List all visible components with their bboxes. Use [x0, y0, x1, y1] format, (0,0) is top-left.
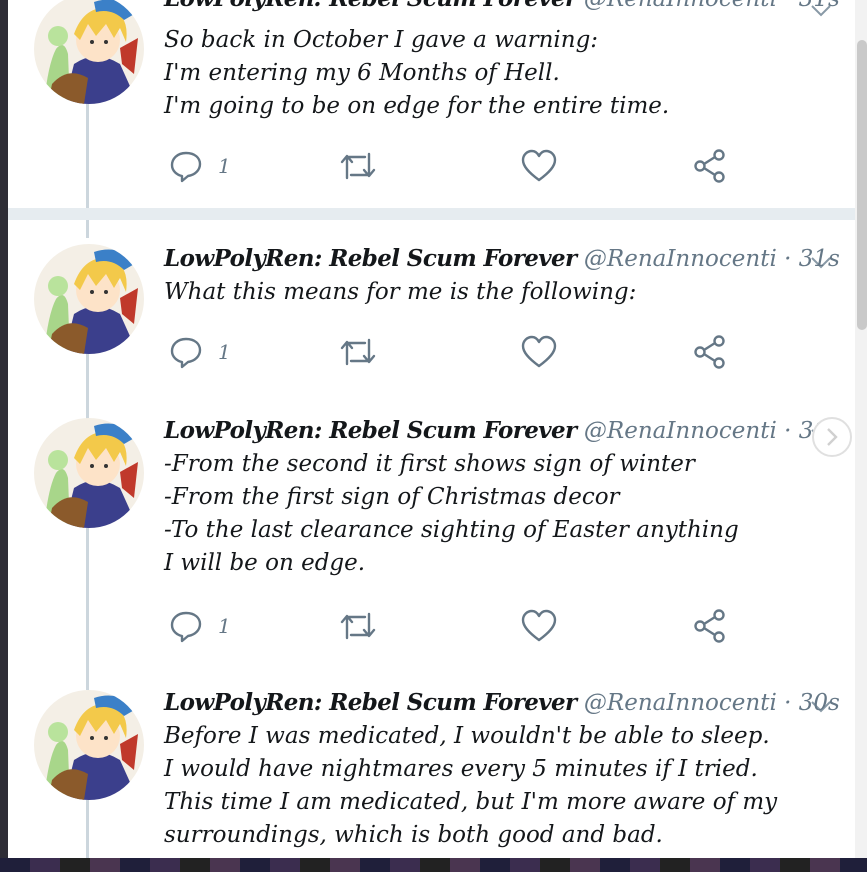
tweet-content: LowPolyRen: Rebel Scum Forever @RenaInno… — [164, 688, 840, 852]
reply-count: 1 — [218, 614, 231, 638]
tweet-time[interactable]: 30s — [799, 690, 840, 716]
tweet-actions: 1 — [168, 146, 748, 186]
tweet[interactable]: LowPolyRen: Rebel Scum Forever @RenaInno… — [8, 672, 855, 860]
tweet-text-line: surroundings, which is both good and bad… — [164, 822, 663, 848]
reply-icon — [170, 611, 202, 643]
tweet-text-line: I'm entering my 6 Months of Hell. — [164, 60, 560, 86]
author-name[interactable]: LowPolyRen: Rebel Scum Forever — [164, 689, 577, 716]
tweet-content: LowPolyRen: Rebel Scum Forever @RenaInno… — [164, 244, 840, 309]
tweet-content: LowPolyRen: Rebel Scum Forever @RenaInno… — [164, 0, 840, 123]
retweet-button[interactable] — [338, 146, 378, 186]
retweet-icon — [340, 152, 376, 180]
share-button[interactable] — [692, 606, 728, 646]
share-button[interactable] — [692, 332, 728, 372]
reply-count: 1 — [218, 154, 231, 178]
heart-icon — [521, 149, 557, 182]
tweet-text-line: -To the last clearance sighting of Easte… — [164, 517, 739, 543]
tweet-text-line: I would have nightmares every 5 minutes … — [164, 756, 758, 782]
scrollbar-thumb[interactable] — [857, 40, 867, 330]
tweet[interactable]: LowPolyRen: Rebel Scum Forever @RenaInno… — [8, 0, 855, 208]
reply-button[interactable]: 1 — [168, 146, 231, 186]
header-dot: · — [784, 418, 792, 444]
retweet-icon — [340, 612, 376, 640]
tweet-text-line: So back in October I gave a warning: — [164, 27, 599, 53]
tweet-header: LowPolyRen: Rebel Scum Forever @RenaInno… — [164, 416, 840, 446]
avatar-image — [34, 418, 144, 528]
author-handle[interactable]: @RenaInnocenti — [584, 418, 777, 444]
background-left-edge — [0, 0, 8, 872]
tweet[interactable]: LowPolyRen: Rebel Scum Forever @RenaInno… — [8, 220, 855, 400]
scrollbar-track[interactable] — [854, 0, 867, 872]
share-icon — [694, 335, 725, 369]
background-strip-bottom — [0, 858, 867, 872]
author-handle[interactable]: @RenaInnocenti — [584, 0, 777, 12]
tweet[interactable]: LowPolyRen: Rebel Scum Forever @RenaInno… — [8, 400, 855, 670]
reply-count: 1 — [218, 340, 231, 364]
author-handle[interactable]: @RenaInnocenti — [584, 690, 777, 716]
next-arrow-button[interactable] — [812, 417, 852, 457]
avatar[interactable] — [34, 418, 144, 528]
tweet-text-line: Before I was medicated, I wouldn't be ab… — [164, 723, 770, 749]
chevron-right-icon — [827, 428, 838, 446]
share-icon — [694, 609, 725, 643]
header-dot: · — [784, 246, 792, 272]
avatar[interactable] — [34, 690, 144, 800]
author-name[interactable]: LowPolyRen: Rebel Scum Forever — [164, 417, 577, 444]
like-button[interactable] — [520, 146, 558, 186]
retweet-button[interactable] — [338, 332, 378, 372]
reply-button[interactable]: 1 — [168, 332, 231, 372]
tweet-actions: 1 — [168, 606, 748, 646]
reply-button[interactable]: 1 — [168, 606, 231, 646]
avatar[interactable] — [34, 0, 144, 104]
tweet-time[interactable]: 31s — [799, 246, 840, 272]
author-handle[interactable]: @RenaInnocenti — [584, 246, 777, 272]
header-dot: · — [784, 690, 792, 716]
author-name[interactable]: LowPolyRen: Rebel Scum Forever — [164, 0, 577, 12]
tweet-text-line: I will be on edge. — [164, 550, 366, 576]
heart-icon — [521, 335, 557, 368]
avatar-image — [34, 244, 144, 354]
tweet-header: LowPolyRen: Rebel Scum Forever @RenaInno… — [164, 244, 840, 274]
tweet-text-line: What this means for me is the following: — [164, 279, 637, 305]
avatar-image — [34, 690, 144, 800]
retweet-button[interactable] — [338, 606, 378, 646]
tweet-actions: 1 — [168, 332, 748, 372]
tweet-text-line: -From the first sign of Christmas decor — [164, 484, 620, 510]
tweet-thread-panel: LowPolyRen: Rebel Scum Forever @RenaInno… — [8, 0, 855, 860]
tweet-time[interactable]: 31s — [799, 0, 840, 12]
like-button[interactable] — [520, 332, 558, 372]
tweet-text-line: I'm going to be on edge for the entire t… — [164, 93, 670, 119]
like-button[interactable] — [520, 606, 558, 646]
author-name[interactable]: LowPolyRen: Rebel Scum Forever — [164, 245, 577, 272]
reply-icon — [170, 151, 202, 183]
tweet-text-line: -From the second it first shows sign of … — [164, 451, 695, 477]
share-icon — [694, 149, 725, 183]
tweet-header: LowPolyRen: Rebel Scum Forever @RenaInno… — [164, 688, 840, 718]
tweet-header: LowPolyRen: Rebel Scum Forever @RenaInno… — [164, 0, 840, 14]
conversation-separator — [8, 208, 855, 220]
header-dot: · — [784, 0, 791, 12]
avatar[interactable] — [34, 244, 144, 354]
reply-icon — [170, 337, 202, 369]
tweet-content: LowPolyRen: Rebel Scum Forever @RenaInno… — [164, 416, 840, 580]
avatar-image — [34, 0, 144, 104]
tweet-text-line: This time I am medicated, but I'm more a… — [164, 789, 778, 815]
heart-icon — [521, 609, 557, 642]
retweet-icon — [340, 338, 376, 366]
share-button[interactable] — [692, 146, 728, 186]
